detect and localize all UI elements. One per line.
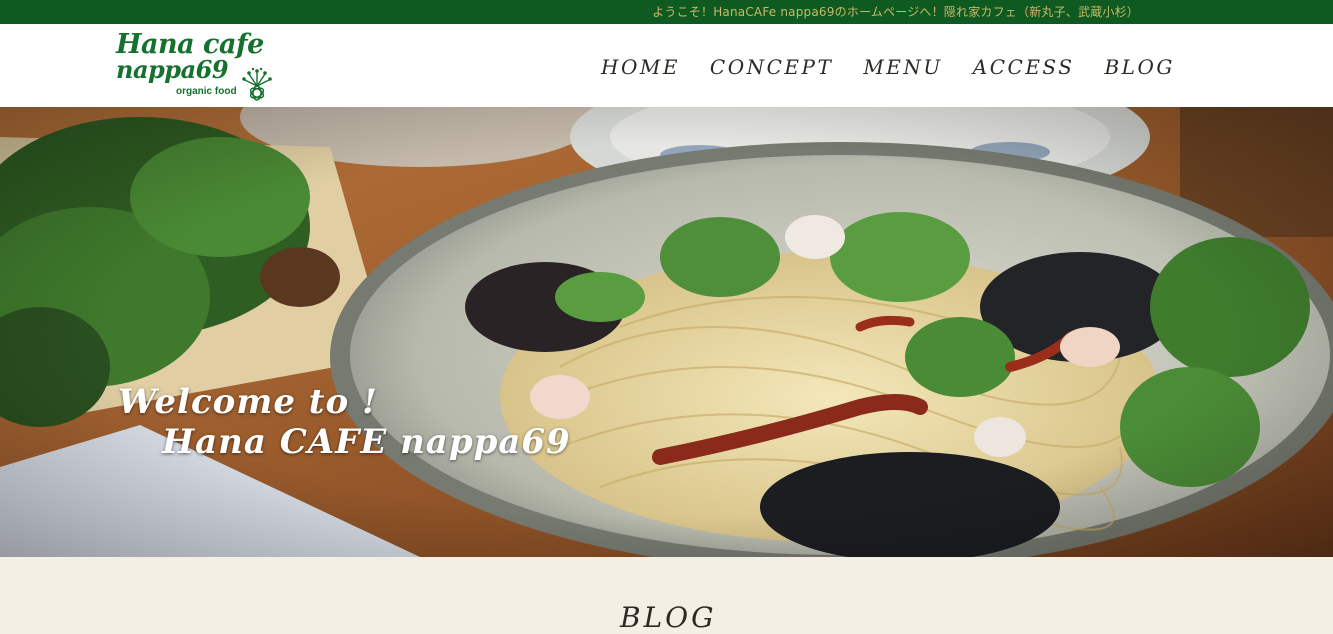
top-announcement-bar: ようこそ！HanaCAFe nappa69のホームページへ！隠れ家カフェ（新丸子… [0, 0, 1333, 24]
hero-welcome: Welcome to ! Hana CAFE nappa69 [118, 382, 571, 462]
site-header: Hana cafe nappa69 organic food HOME CONC… [0, 24, 1333, 107]
blog-section: BLOG [0, 557, 1333, 634]
blog-section-title: BLOG [620, 601, 717, 634]
hero-line-2: Hana CAFE nappa69 [162, 422, 571, 462]
logo-subtitle: organic food [176, 86, 237, 97]
welcome-text: ようこそ！HanaCAFe nappa69のホームページへ！隠れ家カフェ（新丸子… [652, 5, 1139, 19]
nav-menu[interactable]: MENU [863, 54, 942, 80]
hero-line-1: Welcome to ! [118, 382, 378, 422]
hero-food-image [0, 107, 1333, 557]
site-logo[interactable]: Hana cafe nappa69 organic food [116, 30, 276, 102]
nav-home[interactable]: HOME [601, 54, 680, 80]
nav-access[interactable]: ACCESS [973, 54, 1075, 80]
hero-banner: Welcome to ! Hana CAFE nappa69 [0, 107, 1333, 557]
logo-line-2: nappa69 [116, 55, 229, 84]
flower-icon [242, 67, 272, 101]
main-nav: HOME CONCEPT MENU ACCESS BLOG [601, 54, 1205, 80]
nav-blog[interactable]: BLOG [1104, 54, 1174, 80]
nav-concept[interactable]: CONCEPT [710, 54, 833, 80]
